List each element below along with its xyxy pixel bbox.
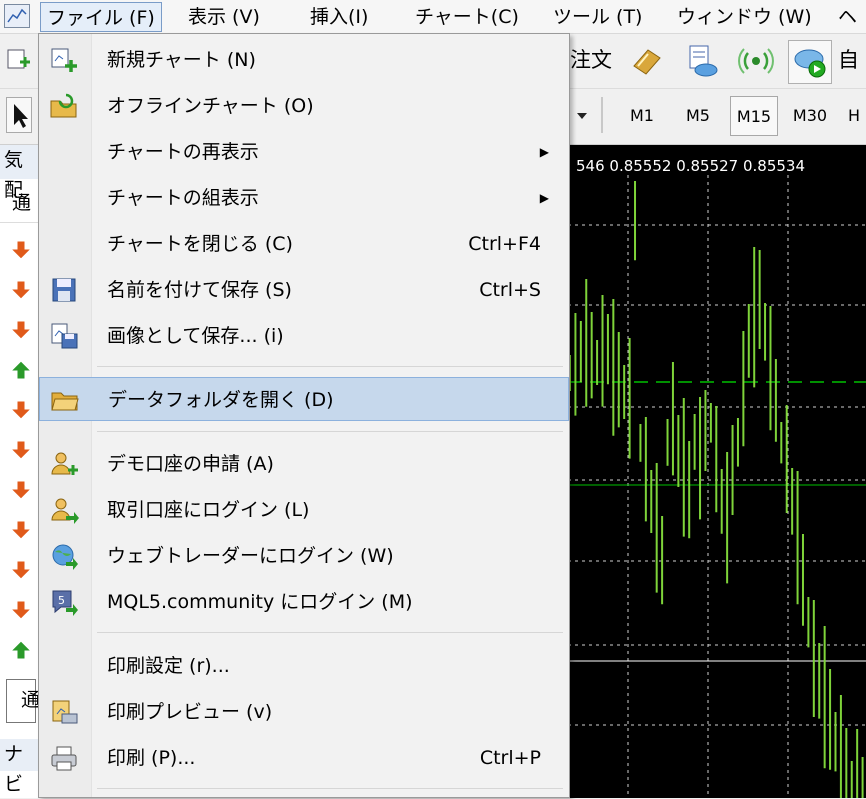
menu-separator xyxy=(97,431,563,432)
save-icon xyxy=(49,276,79,304)
login-account-icon xyxy=(49,496,79,524)
menu-item-label: デモ口座の申請 (A) xyxy=(107,453,274,475)
open-folder-icon xyxy=(50,386,80,414)
menu-view[interactable]: 表示 (V) xyxy=(188,2,260,32)
arrow-down-icon xyxy=(10,399,32,421)
arrow-up-icon xyxy=(10,639,32,661)
arrow-down-icon xyxy=(10,239,32,261)
menu-item-label: オフラインチャート (O) xyxy=(107,95,314,117)
chart-canvas[interactable] xyxy=(568,145,866,798)
menu-item-save-picture[interactable]: 画像として保存... (i) xyxy=(39,314,569,358)
file-menu-dropdown: 新規チャート (N) オフラインチャート (O) チャートの再表示 ▶ チャート… xyxy=(38,33,570,798)
signal-icon[interactable] xyxy=(738,44,774,78)
menu-item-shortcut: Ctrl+S xyxy=(479,279,541,301)
menu-item-open-data-folder[interactable]: データフォルダを開く (D) xyxy=(39,377,569,421)
menu-item-refresh-chart[interactable]: チャートの再表示 ▶ xyxy=(39,130,569,174)
arrow-column xyxy=(0,225,38,705)
submenu-arrow-icon: ▶ xyxy=(539,145,549,159)
menu-separator xyxy=(97,788,563,789)
menu-item-shortcut: Ctrl+F4 xyxy=(468,233,541,255)
arrow-down-icon xyxy=(10,439,32,461)
menu-file[interactable]: ファイル (F) xyxy=(40,2,162,32)
timeframe-m1-button[interactable]: M1 xyxy=(618,96,666,136)
menu-item-offline-chart[interactable]: オフラインチャート (O) xyxy=(39,84,569,128)
menu-item-label: 画像として保存... (i) xyxy=(107,325,284,347)
arrow-down-icon xyxy=(10,599,32,621)
menu-item-chart-profiles[interactable]: チャートの組表示 ▶ xyxy=(39,176,569,220)
market-watch-panel: 気配 通 通 ナビ xyxy=(0,145,40,798)
menu-bar: ファイル (F) 表示 (V) 挿入(I) チャート(C) ツール (T) ウィ… xyxy=(0,0,866,34)
menu-item-label: データフォルダを開く (D) xyxy=(108,389,334,411)
menu-item-login-web-trader[interactable]: ウェブトレーダーにログイン (W) xyxy=(39,534,569,578)
arrow-down-icon xyxy=(10,319,32,341)
menu-item-new-chart[interactable]: 新規チャート (N) xyxy=(39,38,569,82)
ohlc-price-readout: 546 0.85552 0.85527 0.85534 xyxy=(576,157,806,175)
timeframe-m5-button[interactable]: M5 xyxy=(674,96,722,136)
demo-account-icon xyxy=(49,450,79,478)
menu-item-close-chart[interactable]: チャートを閉じる (C) Ctrl+F4 xyxy=(39,222,569,266)
menu-item-label: 印刷プレビュー (v) xyxy=(107,701,273,723)
menu-chart[interactable]: チャート(C) xyxy=(415,2,519,32)
app-chart-icon[interactable] xyxy=(4,4,30,28)
auto-trading-label[interactable]: 自 xyxy=(838,42,859,78)
svg-text:5: 5 xyxy=(58,594,65,607)
menu-separator xyxy=(97,632,563,633)
offline-chart-folder-icon xyxy=(49,92,79,120)
menu-item-open-demo-account[interactable]: デモ口座の申請 (A) xyxy=(39,442,569,486)
menu-item-label: 印刷設定 (r)... xyxy=(107,655,230,677)
auto-trading-icon[interactable] xyxy=(788,40,832,84)
menu-tools[interactable]: ツール (T) xyxy=(553,2,642,32)
menu-item-print-preview[interactable]: 印刷プレビュー (v) xyxy=(39,690,569,734)
arrow-down-icon xyxy=(10,479,32,501)
symbols-tab[interactable]: 通 xyxy=(6,679,40,723)
timeframe-m30-button[interactable]: M30 xyxy=(786,96,834,136)
menu-help[interactable]: ヘ xyxy=(838,2,857,32)
new-order-label[interactable]: 注文 xyxy=(570,42,612,78)
cursor-tool-icon[interactable] xyxy=(6,97,32,133)
navigator-header: ナビ xyxy=(0,739,38,795)
menu-item-login-trade-account[interactable]: 取引口座にログイン (L) xyxy=(39,488,569,532)
menu-item-print-setup[interactable]: 印刷設定 (r)... xyxy=(39,644,569,688)
menu-window[interactable]: ウィンドウ (W) xyxy=(677,2,812,32)
menu-insert[interactable]: 挿入(I) xyxy=(310,2,368,32)
arrow-up-icon xyxy=(10,359,32,381)
toolbar-divider xyxy=(601,97,603,133)
menu-item-save-as[interactable]: 名前を付けて保存 (S) Ctrl+S xyxy=(39,268,569,312)
web-trader-icon xyxy=(49,542,79,570)
submenu-arrow-icon: ▶ xyxy=(539,191,549,205)
arrow-down-icon xyxy=(10,559,32,581)
market-watch-header: 気配 xyxy=(0,145,38,201)
menu-item-login-mql5[interactable]: 5 MQL5.community にログイン (M) xyxy=(39,580,569,624)
menu-item-label: チャートの組表示 xyxy=(107,187,259,209)
timeframe-h-button[interactable]: H xyxy=(848,96,866,136)
market-watch-icon[interactable] xyxy=(628,44,664,78)
arrow-down-icon xyxy=(10,279,32,301)
menu-item-label: 新規チャート (N) xyxy=(107,49,256,71)
arrow-down-icon xyxy=(10,519,32,541)
mql5-login-icon: 5 xyxy=(49,588,79,616)
menu-item-label: ウェブトレーダーにログイン (W) xyxy=(107,545,394,567)
data-window-icon[interactable] xyxy=(684,42,720,78)
new-chart-toolbar-icon[interactable] xyxy=(4,46,32,74)
menu-item-label: チャートを閉じる (C) xyxy=(107,233,293,255)
menu-item-print[interactable]: 印刷 (P)... Ctrl+P xyxy=(39,736,569,780)
chevron-down-icon[interactable] xyxy=(572,105,592,125)
symbol-column-header[interactable]: 通 xyxy=(0,183,38,223)
menu-item-shortcut: Ctrl+P xyxy=(479,747,541,769)
new-chart-icon xyxy=(49,46,79,74)
save-picture-icon xyxy=(49,322,79,350)
menu-item-label: 取引口座にログイン (L) xyxy=(107,499,310,521)
menu-item-label: 名前を付けて保存 (S) xyxy=(107,279,292,301)
menu-item-label: チャートの再表示 xyxy=(107,141,259,163)
price-chart[interactable]: 546 0.85552 0.85527 0.85534 xyxy=(568,145,866,798)
menu-item-label: 印刷 (P)... xyxy=(107,747,196,769)
print-preview-icon xyxy=(49,698,79,726)
printer-icon xyxy=(49,744,79,772)
timeframe-m15-button[interactable]: M15 xyxy=(730,96,778,136)
menu-item-label: MQL5.community にログイン (M) xyxy=(107,591,413,613)
menu-separator xyxy=(97,366,563,367)
